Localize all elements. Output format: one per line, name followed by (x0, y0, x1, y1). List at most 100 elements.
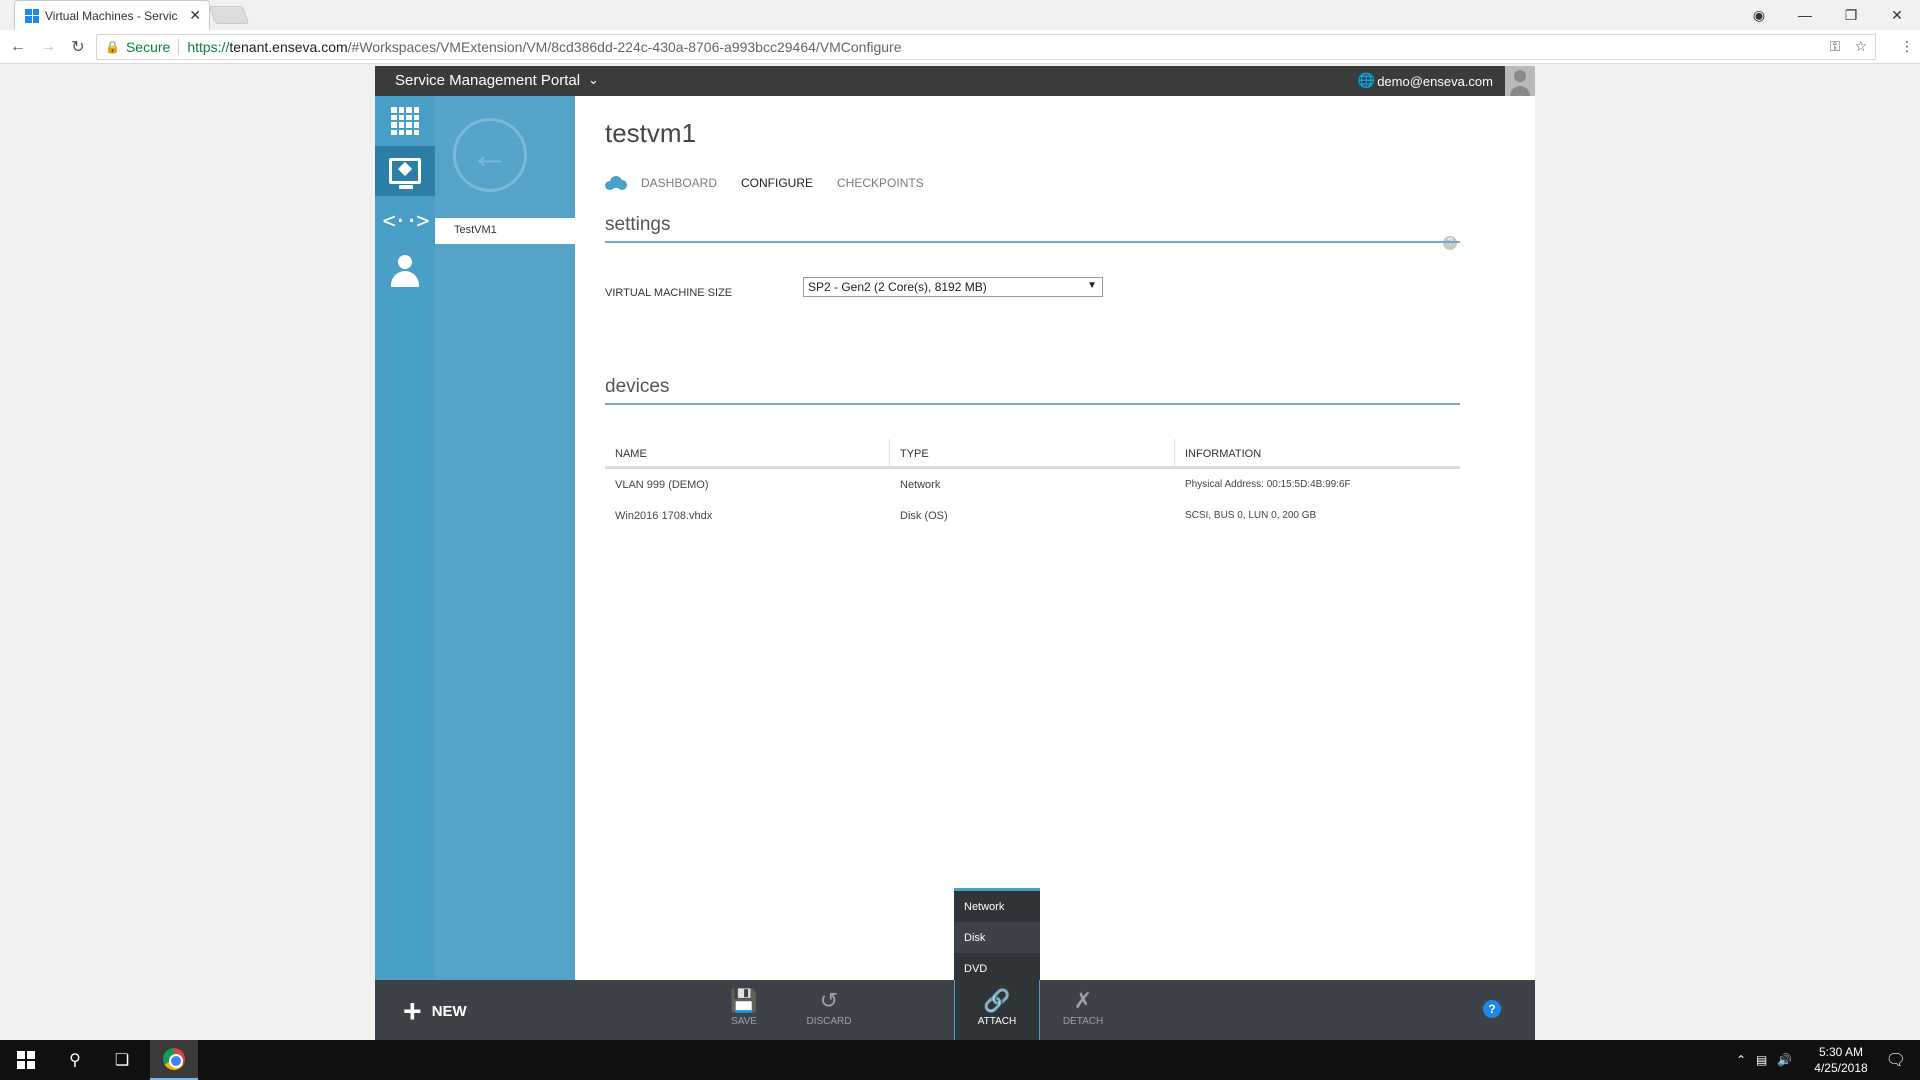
vm-size-label: VIRTUAL MACHINE SIZE (605, 287, 733, 299)
portal-frame: Service Management Portal ⌄ 🌐 demo@ensev… (375, 66, 1535, 1040)
url-host: tenant.enseva.com (229, 39, 348, 55)
device-name: Win2016 1708.vhdx (615, 510, 713, 522)
system-tray: ⌃ ▤ 🔊 5:30 AM 4/25/2018 🗨 (1736, 1040, 1920, 1080)
vm-size-select[interactable]: SP2 - Gen2 (2 Core(s), 8192 MB) ▼ (803, 277, 1103, 297)
clock-date: 4/25/2018 (1814, 1061, 1868, 1075)
monitor-vm-icon (389, 158, 421, 189)
new-label: NEW (431, 1002, 467, 1020)
reload-icon[interactable]: ↻ (66, 37, 90, 57)
settings-divider (605, 241, 1460, 243)
clock-time: 5:30 AM (1818, 1045, 1863, 1059)
tab-dashboard[interactable]: DASHBOARD (641, 176, 717, 190)
chevron-up-icon[interactable]: ⌃ (1736, 1053, 1746, 1067)
window-controls: ◉ — ❐ ✕ (1736, 0, 1920, 30)
attach-disk-option[interactable]: Disk (954, 922, 1040, 953)
help-icon[interactable]: ? (1443, 236, 1457, 250)
portal-brand[interactable]: Service Management Portal (395, 72, 580, 89)
back-circle-icon[interactable]: ← (453, 118, 527, 192)
nav-rail: <··> (375, 96, 435, 980)
discard-label: DISCARD (806, 1016, 852, 1027)
forward-arrow-icon[interactable]: → (36, 38, 60, 56)
command-bar: + NEW 💾 SAVE ↺ DISCARD 🔗 ATTACH ✗ DETACH… (375, 980, 1535, 1040)
attach-menu: Network Disk DVD (954, 888, 1040, 980)
page-viewport: Service Management Portal ⌄ 🌐 demo@ensev… (0, 65, 1920, 1040)
lock-icon: 🔒 (105, 40, 120, 54)
device-type: Network (900, 479, 941, 491)
browser-tabstrip: Virtual Machines - Servic ✕ ◉ — ❐ ✕ (0, 0, 1920, 30)
minimize-button[interactable]: — (1782, 7, 1828, 23)
chevron-down-icon[interactable]: ⌄ (588, 72, 599, 88)
tab-configure[interactable]: CONFIGURE (741, 176, 813, 190)
attach-network-option[interactable]: Network (954, 891, 1040, 922)
unlink-icon: ✗ (1073, 988, 1093, 1013)
chrome-taskbar-button[interactable] (150, 1040, 198, 1080)
vm-tabs: DASHBOARD CONFIGURE CHECKPOINTS (605, 176, 948, 190)
rail-virtual-machines[interactable] (375, 146, 435, 196)
user-icon (391, 255, 419, 287)
device-info: SCSI, BUS 0, LUN 0, 200 GB (1185, 510, 1317, 521)
devices-table: NAME TYPE INFORMATION VLAN 999 (DEMO) Ne… (605, 439, 1460, 531)
rail-all-items[interactable] (375, 96, 435, 146)
table-row[interactable]: Win2016 1708.vhdx Disk (OS) SCSI, BUS 0,… (605, 500, 1460, 531)
secondary-item-testvm1[interactable]: TestVM1 (435, 218, 575, 244)
windows-logo-icon (17, 1051, 35, 1069)
portal-topbar: Service Management Portal ⌄ 🌐 demo@ensev… (375, 66, 1535, 96)
browser-toolbar: ← → ↻ 🔒 Secure https://tenant.enseva.com… (0, 30, 1920, 64)
url-path: /#Workspaces/VMExtension/VM/8cd386dd-224… (347, 39, 902, 55)
new-tab-button[interactable] (208, 6, 250, 24)
save-icon: 💾 (730, 988, 758, 1013)
attach-label: ATTACH (977, 1016, 1017, 1027)
volume-icon[interactable]: 🔊 (1777, 1053, 1792, 1067)
omnibox-divider (178, 39, 180, 55)
column-header-name[interactable]: NAME (605, 439, 890, 466)
avatar[interactable] (1505, 66, 1535, 96)
secondary-nav: ← TestVM1 (435, 96, 575, 980)
browser-menu-icon[interactable]: ⋮ (1900, 38, 1914, 55)
browser-tab[interactable]: Virtual Machines - Servic ✕ (14, 0, 210, 30)
user-email[interactable]: demo@enseva.com (1377, 74, 1493, 89)
restore-button[interactable]: ❐ (1828, 7, 1874, 24)
vm-size-value: SP2 - Gen2 (2 Core(s), 8192 MB) (808, 280, 987, 294)
detach-button[interactable]: ✗ DETACH (1040, 980, 1126, 1040)
table-row[interactable]: VLAN 999 (DEMO) Network Physical Address… (605, 469, 1460, 500)
search-icon[interactable]: ⚲ (52, 1040, 98, 1080)
device-type: Disk (OS) (900, 510, 948, 522)
network-icon[interactable]: ▤ (1756, 1053, 1767, 1067)
star-icon[interactable]: ☆ (1854, 38, 1867, 55)
rail-networks[interactable]: <··> (375, 196, 435, 246)
column-header-information[interactable]: INFORMATION (1175, 439, 1460, 466)
link-icon: 🔗 (983, 988, 1011, 1013)
tab-checkpoints[interactable]: CHECKPOINTS (837, 176, 924, 190)
help-circle-icon[interactable]: ? (1483, 1000, 1501, 1018)
attach-button[interactable]: 🔗 ATTACH (954, 980, 1040, 1040)
taskbar: ⚲ ❏ ⌃ ▤ 🔊 5:30 AM 4/25/2018 🗨 (0, 1040, 1920, 1080)
tab-close-icon[interactable]: ✕ (189, 7, 201, 24)
cloud-icon (605, 176, 627, 190)
omnibox-actions: ⚿ ☆ (1830, 38, 1867, 55)
save-button[interactable]: 💾 SAVE (701, 980, 787, 1040)
close-window-button[interactable]: ✕ (1874, 7, 1920, 24)
device-name: VLAN 999 (DEMO) (615, 479, 709, 491)
undo-icon: ↺ (819, 988, 839, 1013)
clock[interactable]: 5:30 AM 4/25/2018 (1814, 1044, 1867, 1076)
device-info: Physical Address: 00:15:5D:4B:99:6F (1185, 479, 1351, 490)
devices-divider (605, 403, 1460, 405)
settings-section-title: settings (605, 214, 671, 235)
key-icon[interactable]: ⚿ (1830, 38, 1841, 55)
chrome-icon (163, 1048, 185, 1070)
tab-title: Virtual Machines - Servic (45, 8, 178, 23)
save-label: SAVE (731, 1016, 757, 1027)
address-bar[interactable]: 🔒 Secure https://tenant.enseva.com/#Work… (96, 34, 1876, 60)
task-view-icon[interactable]: ❏ (98, 1040, 146, 1080)
discard-button[interactable]: ↺ DISCARD (786, 980, 872, 1040)
new-button[interactable]: + NEW (403, 995, 467, 1027)
column-header-type[interactable]: TYPE (890, 439, 1175, 466)
notification-icon[interactable]: 🗨 (1886, 1050, 1906, 1070)
back-arrow-icon[interactable]: ← (6, 38, 30, 56)
devices-section-title: devices (605, 376, 670, 397)
table-header: NAME TYPE INFORMATION (605, 439, 1460, 469)
profile-icon[interactable]: ◉ (1736, 7, 1782, 24)
start-button[interactable] (0, 1040, 52, 1080)
globe-icon[interactable]: 🌐 (1358, 72, 1375, 89)
rail-my-account[interactable] (375, 246, 435, 296)
